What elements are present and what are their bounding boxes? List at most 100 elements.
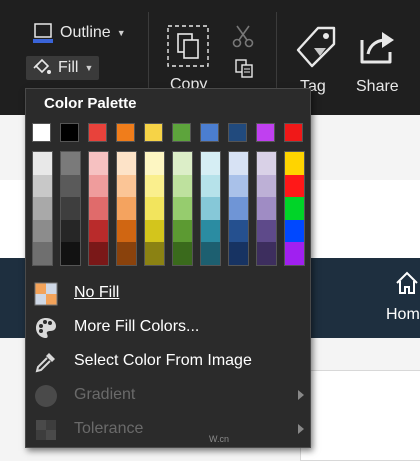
color-swatch[interactable]	[229, 219, 248, 243]
color-swatch[interactable]	[256, 123, 275, 142]
submenu-arrow-icon	[298, 390, 304, 400]
color-swatch[interactable]	[257, 242, 276, 265]
color-swatch[interactable]	[89, 174, 108, 198]
color-swatch[interactable]	[117, 242, 136, 265]
paste-icon	[235, 59, 253, 78]
tolerance-label: Tolerance	[74, 420, 144, 437]
color-swatch[interactable]	[61, 242, 80, 265]
color-swatch[interactable]	[61, 152, 80, 175]
color-swatch[interactable]	[257, 174, 276, 198]
color-swatch[interactable]	[173, 197, 192, 220]
fill-label: Fill	[58, 59, 79, 76]
color-swatch[interactable]	[116, 123, 135, 142]
menu-title: Color Palette	[44, 95, 137, 112]
select-color-from-image-item[interactable]: Select Color From Image	[26, 344, 310, 378]
color-swatch[interactable]	[89, 242, 108, 265]
shade-column	[116, 151, 137, 266]
no-fill-item[interactable]: No Fill	[26, 276, 310, 310]
color-swatch[interactable]	[201, 152, 220, 175]
color-swatch[interactable]	[32, 123, 51, 142]
color-swatch[interactable]	[201, 219, 220, 243]
copy-button[interactable]	[166, 24, 210, 73]
chevron-down-icon: ▼	[116, 28, 126, 38]
color-swatch[interactable]	[145, 174, 164, 198]
shade-column	[228, 151, 249, 266]
color-swatch[interactable]	[33, 197, 52, 220]
color-swatch[interactable]	[89, 219, 108, 243]
color-swatch[interactable]	[285, 152, 304, 175]
color-swatch[interactable]	[173, 242, 192, 265]
paste-button[interactable]	[234, 58, 254, 83]
copy-icon	[167, 25, 209, 67]
color-swatch[interactable]	[144, 123, 163, 142]
gradient-icon	[35, 385, 57, 407]
share-button[interactable]	[358, 26, 398, 71]
color-swatch[interactable]	[61, 197, 80, 220]
gradient-item[interactable]: Gradient	[26, 378, 310, 412]
color-swatch[interactable]	[285, 242, 304, 265]
cut-button[interactable]	[232, 24, 254, 53]
color-swatch[interactable]	[229, 197, 248, 220]
color-swatch[interactable]	[117, 197, 136, 220]
color-swatch[interactable]	[285, 219, 304, 243]
watermark: W.cn	[209, 434, 230, 444]
color-swatch[interactable]	[117, 219, 136, 243]
no-fill-label: No Fill	[74, 284, 120, 301]
color-swatch[interactable]	[257, 197, 276, 220]
tolerance-item[interactable]: Tolerance	[26, 412, 310, 446]
color-swatch[interactable]	[284, 123, 303, 142]
color-swatch[interactable]	[229, 152, 248, 175]
outline-icon	[33, 23, 53, 43]
color-swatch[interactable]	[173, 174, 192, 198]
color-swatch[interactable]	[285, 174, 304, 198]
color-swatch[interactable]	[257, 152, 276, 175]
color-swatch[interactable]	[88, 123, 107, 142]
shade-column	[32, 151, 53, 266]
shade-column	[88, 151, 109, 266]
fill-dropdown-menu: Color Palette No Fill More Fill Colors..…	[25, 88, 311, 448]
color-swatch[interactable]	[145, 219, 164, 243]
color-swatch[interactable]	[285, 197, 304, 220]
color-swatch[interactable]	[257, 219, 276, 243]
color-swatch[interactable]	[145, 197, 164, 220]
color-swatch[interactable]	[173, 152, 192, 175]
tag-button[interactable]	[294, 22, 338, 77]
color-swatch[interactable]	[61, 174, 80, 198]
color-swatch[interactable]	[33, 219, 52, 243]
home-icon[interactable]	[394, 270, 420, 301]
color-swatch[interactable]	[201, 174, 220, 198]
color-swatch[interactable]	[117, 152, 136, 175]
shade-column	[172, 151, 193, 266]
shade-column	[144, 151, 165, 266]
color-swatch[interactable]	[89, 197, 108, 220]
color-swatch[interactable]	[89, 152, 108, 175]
more-fill-colors-item[interactable]: More Fill Colors...	[26, 310, 310, 344]
shade-column	[200, 151, 221, 266]
color-swatch[interactable]	[201, 242, 220, 265]
color-swatch[interactable]	[201, 197, 220, 220]
color-swatch[interactable]	[61, 219, 80, 243]
nav-home-label[interactable]: Hom	[386, 306, 420, 324]
no-fill-icon	[34, 282, 58, 306]
fill-button[interactable]: Fill ▼	[26, 56, 100, 80]
color-swatch[interactable]	[145, 242, 164, 265]
outline-button[interactable]: Outline ▼	[32, 22, 126, 44]
color-swatch[interactable]	[33, 242, 52, 265]
gradient-label: Gradient	[74, 386, 136, 403]
color-swatch[interactable]	[228, 123, 247, 142]
color-swatch[interactable]	[172, 123, 191, 142]
color-swatch[interactable]	[60, 123, 79, 142]
ribbon-divider	[276, 12, 277, 92]
color-swatch[interactable]	[173, 219, 192, 243]
color-swatch[interactable]	[200, 123, 219, 142]
color-swatch[interactable]	[33, 152, 52, 175]
eyedropper-icon	[35, 353, 55, 373]
color-swatch[interactable]	[229, 242, 248, 265]
color-swatch[interactable]	[117, 174, 136, 198]
submenu-arrow-icon	[298, 424, 304, 434]
color-swatch[interactable]	[145, 152, 164, 175]
color-swatch[interactable]	[33, 174, 52, 198]
color-swatch[interactable]	[229, 174, 248, 198]
share-icon	[360, 32, 394, 64]
select-color-from-image-label: Select Color From Image	[74, 352, 252, 369]
